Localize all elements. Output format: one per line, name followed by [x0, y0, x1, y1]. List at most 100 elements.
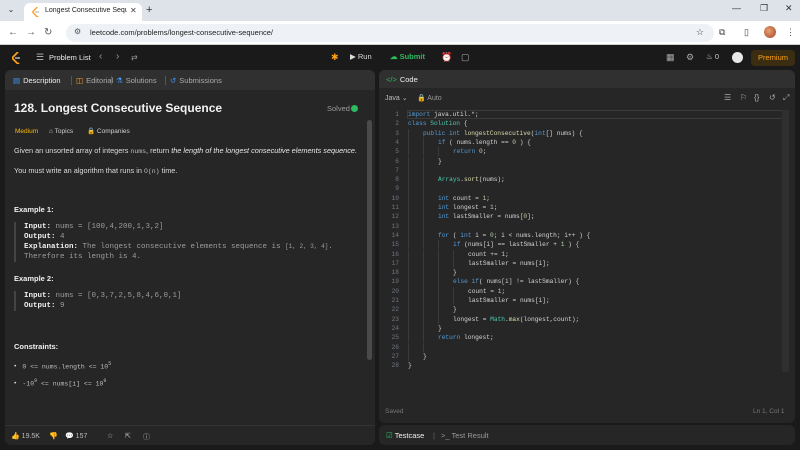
reset-icon[interactable]: ↺ [769, 93, 776, 102]
new-tab-icon[interactable]: + [146, 3, 152, 17]
settings-gear-icon[interactable]: ⚙ [686, 52, 694, 63]
like-button[interactable]: 👍 19.5K [11, 432, 40, 440]
code-line[interactable]: 6} [379, 156, 795, 166]
code-line[interactable]: 7 [379, 165, 795, 176]
code-line[interactable]: 19 else if( nums[i] != lastSmaller) { [379, 277, 795, 287]
minimize-icon[interactable]: — [732, 3, 741, 13]
code-line[interactable]: 21 lastSmaller = nums[i]; [379, 296, 795, 306]
format-code-icon[interactable]: ☰ [724, 93, 731, 102]
code-line[interactable]: 13 [379, 221, 795, 231]
desc-text: , return [146, 146, 172, 155]
next-problem-icon[interactable]: › [116, 51, 119, 62]
notes-icon[interactable]: ▢ [461, 52, 470, 63]
tab-solutions[interactable]: ⚗ Solutions [116, 76, 157, 85]
reload-icon[interactable]: ↻ [44, 27, 52, 39]
prev-problem-icon[interactable]: ‹ [99, 51, 102, 62]
tab-description[interactable]: ▤ Description [13, 76, 61, 85]
code-line[interactable]: 3 public int longestConsecutive(int[] num… [379, 128, 795, 138]
indent-guide [423, 193, 424, 203]
debug-icon[interactable]: ✱ [331, 52, 339, 63]
companies-button[interactable]: 🔒 Companies [87, 126, 130, 138]
code-line[interactable]: 2 class Solution { [379, 119, 795, 128]
user-avatar[interactable] [732, 52, 743, 63]
browser-profile-avatar[interactable] [764, 26, 776, 38]
leetcode-logo[interactable] [12, 52, 22, 64]
language-select[interactable]: Java ⌄ [385, 94, 408, 102]
bookmark-star-icon[interactable]: ☆ [696, 27, 704, 38]
code-line[interactable]: 26 [379, 342, 795, 352]
tab-test-result[interactable]: >_ Test Result [441, 431, 489, 440]
url-text[interactable]: leetcode.com/problems/longest-consecutiv… [90, 28, 273, 37]
code-line[interactable]: 28} [379, 361, 795, 370]
extensions-icon[interactable]: ⧉ [719, 27, 725, 38]
braces-icon[interactable]: {} [754, 93, 759, 102]
comments-button[interactable]: 💬 157 [65, 432, 87, 440]
tab-testcase[interactable]: ☑ Testcase [386, 431, 424, 440]
line-number: 7 [395, 166, 399, 174]
problem-title[interactable]: 128. Longest Consecutive Sequence [14, 101, 222, 115]
code-line[interactable]: 22} [379, 305, 795, 315]
code-line[interactable]: 8 Arrays.sort(nums); [379, 175, 795, 185]
description-scrollbar[interactable] [367, 120, 372, 360]
code-line[interactable]: 24} [379, 323, 795, 334]
code-line[interactable]: 5 return 0; [379, 147, 795, 157]
tab-code[interactable]: </> Code [386, 75, 418, 84]
site-info-icon[interactable]: ⚙ [74, 27, 81, 36]
dislike-button[interactable]: 👎 [49, 432, 58, 440]
code-line[interactable]: 4 if ( nums.length == 0 ) { [379, 137, 795, 148]
tab-editorial[interactable]: ◫ Editorial [76, 76, 113, 85]
leetcode-navbar: ☰ Problem List ‹ › ⇄ ✱ ▶ Run ☁ Submit ⏰ … [0, 46, 800, 70]
test-result-label: Test Result [451, 431, 489, 440]
code-line[interactable]: 11 int longest = 1; [379, 203, 795, 213]
code-line[interactable]: 25 return longest; [379, 333, 795, 343]
fullscreen-icon[interactable]: ⤢ [783, 93, 789, 103]
tab-close-icon[interactable]: ✕ [130, 6, 137, 15]
code-line[interactable]: 17 lastSmaller = nums[i]; [379, 258, 795, 269]
code-editor[interactable]: 1 import java.util.*; 2 class Solution {3 pu… [379, 110, 795, 400]
comment-count: 157 [75, 433, 88, 440]
share-button[interactable]: ⇱ [125, 432, 131, 440]
random-problem-icon[interactable]: ⇄ [131, 53, 138, 62]
code-line[interactable]: 18} [379, 268, 795, 278]
back-icon[interactable]: ← [8, 27, 18, 39]
auto-mode[interactable]: 🔒 Auto [417, 94, 442, 102]
url-bar[interactable]: ⚙ leetcode.com/problems/longest-consecut… [66, 24, 714, 42]
premium-button[interactable]: Premium [751, 50, 795, 66]
problem-list-icon[interactable]: ☰ [36, 52, 44, 63]
browser-menu-icon[interactable]: ⋮ [786, 27, 795, 38]
browser-tab-title: Longest Consecutive Sequence [45, 7, 127, 14]
browser-tab[interactable]: Longest Consecutive Sequence ✕ [24, 3, 142, 21]
code-line[interactable]: 9 [379, 184, 795, 194]
tab-submissions[interactable]: ↺ Submissions [170, 76, 222, 85]
layout-grid-icon[interactable]: ▦ [666, 52, 675, 63]
code-line[interactable]: 12 int lastSmaller = nums[0]; [379, 212, 795, 222]
code-text: import java.util.*; [408, 111, 479, 118]
side-panel-icon[interactable]: ▯ [744, 27, 749, 38]
favorite-button[interactable]: ☆ [107, 432, 113, 440]
code-panel: </> Code Java ⌄ 🔒 Auto ☰ ⚐ {} ↺ ⤢ 1 import… [379, 70, 795, 423]
indent-guide [408, 249, 409, 259]
code-line[interactable]: 16 count += 1; [379, 249, 795, 259]
problem-list-link[interactable]: Problem List [49, 53, 91, 62]
run-button[interactable]: ▶ Run [350, 52, 372, 61]
timer-icon[interactable]: ⏰ [441, 52, 452, 63]
code-line[interactable]: 1 import java.util.*; [379, 110, 795, 120]
code-line[interactable]: 14 for ( int i = 0; i < nums.length; i++ … [379, 230, 795, 241]
submit-button[interactable]: ☁ Submit [390, 52, 425, 61]
code-line[interactable]: 23 longest = Math.max(longest,count); [379, 314, 795, 324]
bookmark-icon[interactable]: ⚐ [740, 93, 747, 102]
maximize-icon[interactable]: ❐ [760, 3, 768, 14]
editor-scrollbar[interactable] [782, 110, 789, 372]
topics-button[interactable]: ⌂ Topics [49, 126, 73, 138]
forward-icon[interactable]: → [26, 27, 36, 39]
help-button[interactable]: ⓘ [143, 432, 150, 442]
window-close-icon[interactable]: ✕ [785, 3, 793, 14]
code-line[interactable]: 15 if (nums[i] == lastSmaller + 1 ) { [379, 240, 795, 250]
code-line[interactable]: 20 count = 1; [379, 286, 795, 296]
tab-search-chevron-icon[interactable]: ⌄ [4, 3, 18, 17]
console-bar: ☑ Testcase | >_ Test Result [379, 425, 795, 445]
streak-counter[interactable]: ♨ 0 [706, 52, 719, 61]
address-bar-row: ← → ↻ ⚙ leetcode.com/problems/longest-co… [0, 21, 800, 45]
code-line[interactable]: 27} [379, 351, 795, 362]
code-line[interactable]: 10 int count = 1; [379, 193, 795, 203]
